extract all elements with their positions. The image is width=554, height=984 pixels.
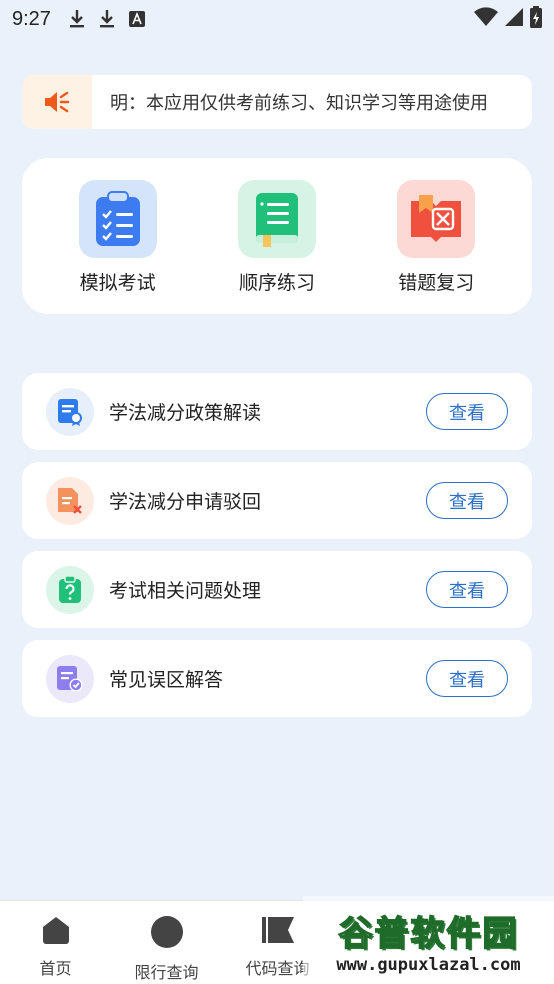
status-time: 9:27 [12, 7, 51, 30]
circle-icon [150, 915, 184, 953]
wrong-answer-book-icon [397, 180, 476, 258]
battery-icon [530, 5, 542, 33]
status-bar: 9:27 [0, 0, 554, 38]
tab-label: 首页 [39, 959, 72, 978]
tab-label: 代码查询 [245, 959, 310, 978]
list-item-rejection[interactable]: 学法减分申请驳回 查看 [22, 462, 532, 539]
list-item-exam-issues[interactable]: 考试相关问题处理 查看 [22, 551, 532, 628]
quick-action-mock-exam[interactable]: 模拟考试 [48, 158, 188, 314]
view-button[interactable]: 查看 [426, 660, 508, 697]
quick-action-label: 模拟考试 [79, 272, 156, 294]
list-item-title: 常见误区解答 [109, 669, 224, 691]
quick-action-label: 顺序练习 [238, 272, 315, 294]
font-a-icon [128, 11, 145, 27]
watermark-logo: 谷普软件园 www.gupuxlazal.com [303, 896, 554, 984]
view-button[interactable]: 查看 [426, 393, 508, 430]
checked-document-icon [46, 654, 94, 703]
tab-label: 限行查询 [134, 963, 199, 982]
watermark-title: 谷普软件园 [338, 913, 519, 955]
watermark-url: www.gupuxlazal.com [336, 954, 521, 975]
list-item-title: 考试相关问题处理 [109, 580, 262, 602]
flag-icon [261, 915, 295, 949]
question-clipboard-icon [46, 565, 94, 614]
tab-home[interactable]: 首页 [0, 901, 111, 984]
list-item-policy[interactable]: 学法减分政策解读 查看 [22, 373, 532, 450]
tab-traffic-restriction[interactable]: 限行查询 [111, 901, 222, 984]
status-right [474, 5, 542, 33]
policy-document-icon [46, 387, 94, 436]
view-button[interactable]: 查看 [426, 482, 508, 519]
rejected-document-icon [46, 476, 94, 525]
view-button[interactable]: 查看 [426, 571, 508, 608]
home-icon [41, 915, 71, 949]
list-item-title: 学法减分申请驳回 [109, 491, 262, 513]
list-item-misconceptions[interactable]: 常见误区解答 查看 [22, 640, 532, 717]
notice-text: 明：本应用仅供考前练习、知识学习等用途使用 [110, 93, 488, 114]
wifi-icon [474, 6, 498, 32]
list-item-title: 学法减分政策解读 [109, 402, 262, 424]
signal-icon [504, 7, 524, 32]
download-icon [99, 9, 115, 29]
quick-actions-card: 模拟考试 顺序练习 错题复习 [22, 158, 532, 314]
quick-action-sequential-practice[interactable]: 顺序练习 [207, 158, 347, 314]
quick-action-label: 错题复习 [398, 272, 475, 294]
clipboard-checklist-icon [78, 180, 157, 258]
speaker-icon [22, 75, 92, 129]
green-book-icon [237, 180, 316, 258]
download-icon [69, 9, 85, 29]
notice-bar[interactable]: 明：本应用仅供考前练习、知识学习等用途使用 [22, 75, 532, 129]
quick-action-wrong-review[interactable]: 错题复习 [366, 158, 506, 314]
